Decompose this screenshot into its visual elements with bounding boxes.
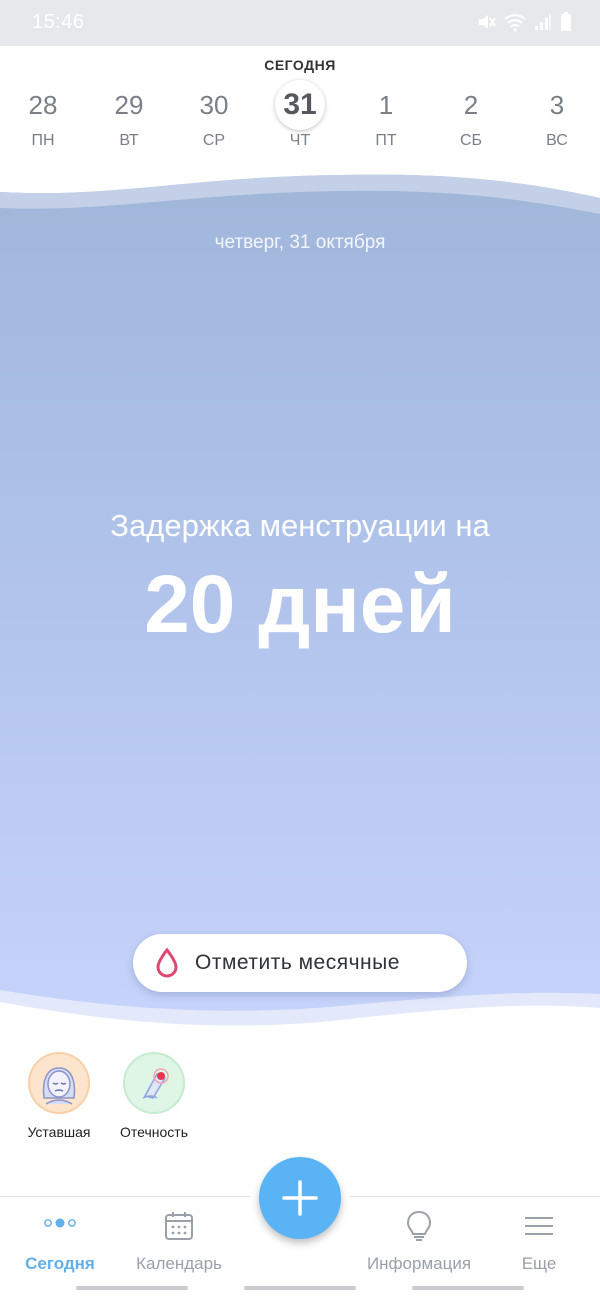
day-3[interactable]: 3 ВС (514, 80, 600, 150)
menu-icon (525, 1217, 553, 1235)
nav-label: Информация (366, 1254, 472, 1273)
day-name: ПТ (375, 132, 397, 149)
today-dots-icon (44, 1218, 76, 1228)
day-name: ВТ (119, 132, 139, 149)
today-caption: СЕГОДНЯ (264, 57, 336, 73)
day-number: 1 (378, 90, 394, 120)
lightbulb-icon (406, 1210, 432, 1241)
day-number: 30 (199, 90, 229, 120)
nav-label: Еще (521, 1254, 557, 1273)
system-nav-recent[interactable] (76, 1286, 188, 1290)
mute-icon (479, 15, 496, 29)
day-2[interactable]: 2 СБ (428, 80, 514, 150)
mark-period-label: Отметить месячные (195, 951, 400, 974)
day-number: 2 (463, 90, 479, 120)
status-bar: 15:46 (0, 0, 600, 46)
day-number: 29 (114, 90, 144, 120)
day-number: 3 (549, 90, 565, 120)
day-name: ПН (31, 132, 55, 149)
day-30[interactable]: 30 СР (171, 80, 257, 150)
day-31-today[interactable]: 31 ЧТ (257, 80, 343, 150)
day-28[interactable]: 28 ПН (0, 80, 86, 150)
system-nav-home[interactable] (244, 1286, 356, 1290)
delay-value: 20 дней (144, 559, 456, 650)
wifi-icon (504, 14, 526, 32)
nav-label: Сегодня (25, 1254, 95, 1273)
nav-calendar[interactable]: Календарь (119, 1209, 239, 1274)
nav-info[interactable]: Информация (359, 1209, 479, 1274)
system-nav-back[interactable] (412, 1286, 524, 1290)
day-number: 31 (275, 80, 325, 130)
day-name: ЧТ (289, 132, 311, 149)
nav-more[interactable]: Еще (479, 1209, 599, 1274)
symptom-tired[interactable]: Уставшая (11, 1052, 107, 1140)
nav-label: Календарь (136, 1254, 222, 1273)
day-name: СР (202, 132, 226, 149)
symptom-label: Уставшая (27, 1124, 91, 1140)
day-29[interactable]: 29 ВТ (86, 80, 172, 150)
day-name: ВС (546, 132, 568, 149)
current-date: четверг, 31 октября (214, 232, 386, 253)
tired-face-icon (28, 1052, 90, 1114)
day-name: СБ (459, 132, 483, 149)
nav-today[interactable]: Сегодня (0, 1209, 120, 1274)
mark-period-button[interactable]: Отметить месячные (133, 934, 467, 992)
plus-icon (282, 1180, 318, 1216)
cycle-hero: четверг, 31 октября Задержка менструации… (0, 168, 600, 1036)
day-1[interactable]: 1 ПТ (343, 80, 429, 150)
signal-icon (535, 14, 551, 30)
day-number: 28 (28, 90, 58, 120)
symptom-swelling[interactable]: Отечность (106, 1052, 202, 1140)
symptom-label: Отечность (120, 1124, 188, 1140)
delay-text: Задержка менструации на (110, 508, 490, 543)
battery-icon (561, 12, 571, 31)
add-button[interactable] (259, 1157, 341, 1239)
status-time: 15:46 (32, 11, 85, 33)
swelling-icon (123, 1052, 185, 1114)
top-wave (0, 168, 600, 214)
calendar-icon (165, 1212, 193, 1240)
status-icons (476, 12, 572, 32)
drop-icon (156, 948, 178, 978)
